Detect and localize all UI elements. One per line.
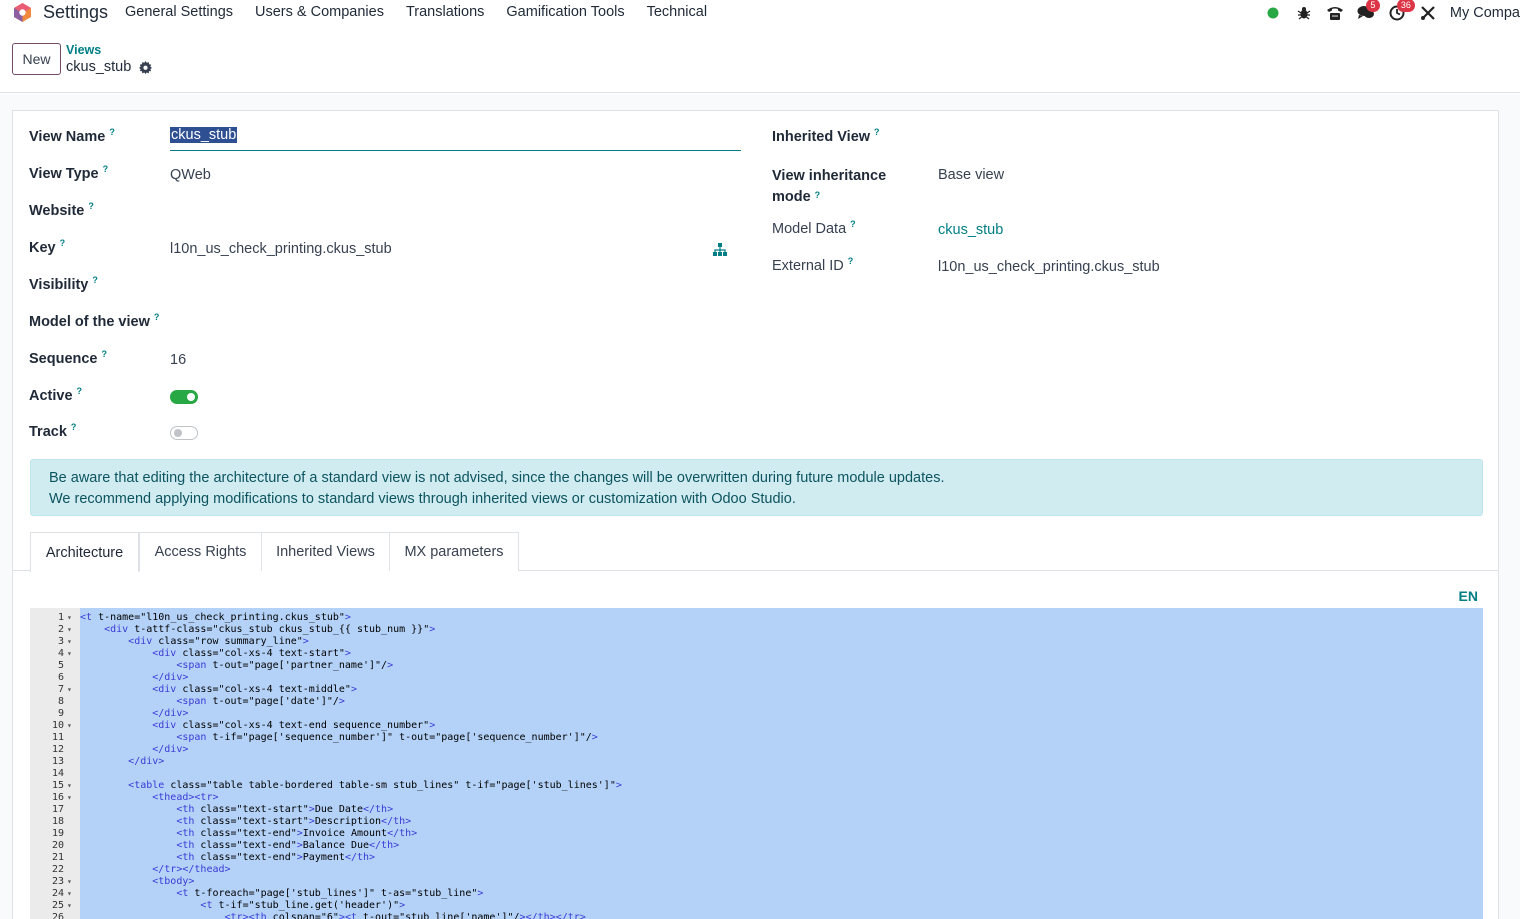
code-line: </div>	[152, 744, 189, 755]
activities-badge: 36	[1396, 0, 1415, 12]
menu-technical[interactable]: Technical	[647, 4, 707, 20]
breadcrumb-current: ckus_stub	[66, 59, 153, 75]
main-menu: General Settings Users & Companies Trans…	[125, 4, 729, 20]
company-switcher[interactable]: My Compa	[1450, 5, 1520, 21]
tab-inherited-views[interactable]: Inherited Views	[261, 532, 390, 571]
code-line: </div>	[152, 708, 189, 719]
code-line: <span t-if="page['sequence_number']" t-o…	[176, 732, 598, 743]
app-logo-icon[interactable]	[12, 2, 33, 23]
inheritance-mode-label: View inheritance mode?	[772, 168, 887, 205]
view-type-select[interactable]: QWeb	[170, 167, 211, 183]
code-line: <div t-attf-class="ckus_stub ckus_stub_{…	[104, 624, 436, 635]
code-line: </div>	[128, 756, 165, 767]
model-of-view-label: Model of the view?	[29, 312, 160, 330]
tab-access-rights[interactable]: Access Rights	[139, 532, 262, 571]
track-toggle[interactable]	[170, 426, 198, 440]
language-toggle[interactable]: EN	[1459, 588, 1478, 604]
visibility-label: Visibility?	[29, 275, 98, 293]
website-label: Website?	[29, 201, 94, 219]
view-type-label: View Type?	[29, 164, 109, 182]
model-data-label: Model Data?	[772, 219, 856, 237]
debug-bug-icon[interactable]	[1294, 3, 1314, 23]
editor-content[interactable]: <t t-name="l10n_us_check_printing.ckus_s…	[80, 608, 1483, 919]
menu-gamification-tools[interactable]: Gamification Tools	[506, 4, 624, 20]
track-label: Track?	[29, 422, 77, 440]
tab-mx-parameters[interactable]: MX parameters	[389, 532, 519, 571]
alert-line-2: We recommend applying modifications to s…	[49, 491, 796, 507]
key-label: Key?	[29, 238, 66, 256]
code-line: <th class="text-end">Balance Due</th>	[176, 840, 400, 851]
new-button[interactable]: New	[12, 43, 61, 75]
code-line: </tr></thead>	[152, 864, 231, 875]
code-line: <th class="text-start">Description</th>	[176, 816, 412, 827]
breadcrumb-parent[interactable]: Views	[66, 43, 101, 57]
phone-icon[interactable]	[1325, 3, 1345, 23]
top-navbar: Settings General Settings Users & Compan…	[0, 0, 1520, 25]
code-line: <th class="text-end">Payment</th>	[176, 852, 376, 863]
external-id-label: External ID?	[772, 256, 854, 274]
code-line: <th class="text-start">Due Date</th>	[176, 804, 394, 815]
alert-line-1: Be aware that editing the architecture o…	[49, 470, 945, 486]
code-line: <table class="table table-bordered table…	[128, 780, 622, 791]
code-line: <span t-out="page['partner_name']"/>	[176, 660, 394, 671]
breadcrumb-current-label: ckus_stub	[66, 59, 132, 75]
tools-icon[interactable]	[1418, 3, 1438, 23]
gear-icon[interactable]	[139, 60, 153, 74]
editor-gutter: 1 ▾ 2 ▾ 3 ▾ 4 ▾ 5 6 7 ▾ 8 9 10 ▾ 11 12 13 14 15 ▾ 16 ▾ 17 18 19 20 2…	[30, 608, 80, 919]
code-line: <div class="col-xs-4 text-start">	[152, 648, 351, 659]
messages-badge: 5	[1365, 0, 1380, 12]
code-line: <tr><th colspan="6"><t t-out="stub_line[…	[224, 912, 586, 919]
menu-general-settings[interactable]: General Settings	[125, 4, 233, 20]
tab-architecture[interactable]: Architecture	[30, 532, 139, 572]
app-name[interactable]: Settings	[43, 2, 108, 23]
code-line: <t t-if="stub_line.get('header')">	[200, 900, 406, 911]
inherited-view-label: Inherited View?	[772, 127, 880, 145]
form-view-area: View Name? ckus_stub View Type? QWeb Web…	[0, 94, 1520, 919]
sequence-label: Sequence?	[29, 349, 107, 367]
code-line: <t t-foreach="page['stub_lines']" t-as="…	[176, 888, 484, 899]
notebook-tabs: Architecture Access Rights Inherited Vie…	[13, 532, 1498, 572]
code-line: <div class="col-xs-4 text-middle">	[152, 684, 357, 695]
warning-alert: Be aware that editing the architecture o…	[30, 459, 1483, 516]
code-line: <div class="row summary_line">	[128, 636, 309, 647]
activities-clock-icon[interactable]: 36	[1387, 0, 1415, 23]
menu-translations[interactable]: Translations	[406, 4, 484, 20]
code-line: <th class="text-end">Invoice Amount</th>	[176, 828, 418, 839]
presence-status-icon[interactable]	[1263, 3, 1283, 23]
code-editor[interactable]: 1 ▾ 2 ▾ 3 ▾ 4 ▾ 5 6 7 ▾ 8 9 10 ▾ 11 12 13 14 15 ▾ 16 ▾ 17 18 19 20 2…	[30, 608, 1483, 919]
form-sheet: View Name? ckus_stub View Type? QWeb Web…	[12, 110, 1499, 919]
menu-users-companies[interactable]: Users & Companies	[255, 4, 384, 20]
code-line: </div>	[152, 672, 189, 683]
active-toggle[interactable]	[170, 390, 198, 404]
code-line: <tbody>	[152, 876, 195, 887]
messages-icon[interactable]: 5	[1356, 0, 1380, 23]
control-panel: New Views ckus_stub	[0, 25, 1520, 93]
model-data-link[interactable]: ckus_stub	[938, 222, 1003, 238]
key-input[interactable]: l10n_us_check_printing.ckus_stub	[170, 241, 392, 257]
view-name-input[interactable]: ckus_stub	[170, 127, 741, 151]
code-line: <t t-name="l10n_us_check_printing.ckus_s…	[80, 612, 351, 623]
inheritance-mode-value[interactable]: Base view	[938, 167, 1004, 183]
active-label: Active?	[29, 386, 83, 404]
systray: 5 36 My Compa	[1263, 0, 1520, 25]
external-id-value: l10n_us_check_printing.ckus_stub	[938, 259, 1160, 275]
sitemap-icon[interactable]	[713, 243, 727, 256]
sequence-input[interactable]: 16	[170, 352, 186, 368]
code-line: <div class="col-xs-4 text-end sequence_n…	[152, 720, 436, 731]
view-name-label: View Name?	[29, 127, 115, 145]
code-line: <span t-out="page['date']"/>	[176, 696, 345, 707]
code-line: <thead><tr>	[152, 792, 219, 803]
